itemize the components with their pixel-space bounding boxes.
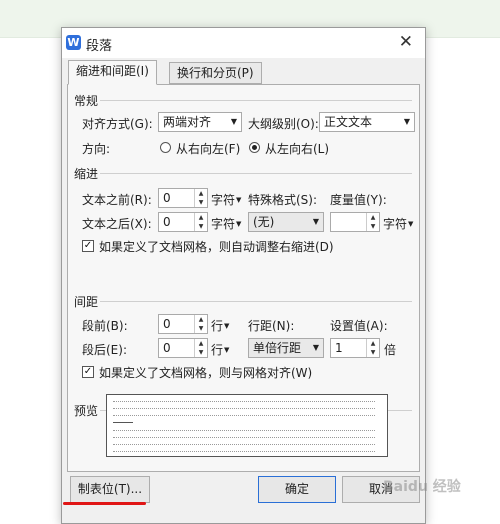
spacing-before-unit-dropdown[interactable]: 行▼ <box>211 317 229 334</box>
caret-down-icon: ▼ <box>408 220 414 228</box>
spin-up-icon[interactable]: ▲ <box>195 339 207 348</box>
wps-app-icon: W <box>66 35 81 50</box>
alignment-label: 对齐方式(G): <box>82 117 153 131</box>
caret-down-icon: ▼ <box>224 346 230 354</box>
line-spacing-select[interactable]: 单倍行距 ▼ <box>248 338 324 358</box>
spacing-grid-label: 如果定义了文档网格，则与网格对齐(W) <box>99 366 313 380</box>
chevron-down-icon: ▼ <box>312 217 319 226</box>
line-spacing-value: 单倍行距 <box>253 341 302 355</box>
preview-line <box>113 444 375 446</box>
measure-stepper[interactable]: ▲ ▼ <box>330 212 380 232</box>
spin-down-icon[interactable]: ▼ <box>367 222 379 231</box>
setting-value: 1 <box>335 341 343 355</box>
setting-value-stepper[interactable]: 1 ▲ ▼ <box>330 338 380 358</box>
outline-level-value: 正文文本 <box>324 115 373 129</box>
dialog-title: 段落 <box>86 39 113 54</box>
spin-up-icon[interactable]: ▲ <box>367 339 379 348</box>
rtl-label: 从右向左(F) <box>176 142 241 156</box>
spin-up-icon[interactable]: ▲ <box>195 315 207 324</box>
spin-down-icon[interactable]: ▼ <box>195 324 207 333</box>
preview-line <box>113 437 375 439</box>
outline-level-label: 大纲级别(O): <box>248 117 319 131</box>
setting-value-unit: 倍 <box>384 343 397 357</box>
ltr-label: 从左向右(L) <box>265 142 330 156</box>
spin-down-icon[interactable]: ▼ <box>195 222 207 231</box>
chevron-down-icon: ▼ <box>312 343 319 352</box>
red-annotation-underline <box>63 502 146 505</box>
rtl-radio[interactable] <box>160 142 171 153</box>
indent-after-label: 文本之后(X): <box>82 217 152 231</box>
close-icon[interactable]: ✕ <box>399 33 413 51</box>
paragraph-dialog: W 段落 ✕ 缩进和间距(I) 换行和分页(P) 常规 对齐方式(G): 两端对… <box>61 27 426 524</box>
indent-before-label: 文本之前(R): <box>82 193 152 207</box>
spin-down-icon[interactable]: ▼ <box>195 348 207 357</box>
section-divider <box>100 301 412 302</box>
preview-line <box>113 430 375 432</box>
special-format-label: 特殊格式(S): <box>248 193 318 207</box>
spacing-grid-checkbox[interactable]: ✓ <box>82 366 94 378</box>
preview-line <box>113 451 375 453</box>
indent-after-unit-dropdown[interactable]: 字符▼ <box>211 215 241 232</box>
special-format-value: (无) <box>253 215 275 229</box>
spacing-after-label: 段后(E): <box>82 343 127 357</box>
section-spacing-heading: 间距 <box>74 295 99 309</box>
spin-down-icon[interactable]: ▼ <box>195 198 207 207</box>
indent-before-unit: 字符 <box>211 193 236 207</box>
spin-up-icon[interactable]: ▲ <box>367 213 379 222</box>
preview-line <box>113 422 133 424</box>
caret-down-icon: ▼ <box>236 220 242 228</box>
spin-up-icon[interactable]: ▲ <box>195 189 207 198</box>
spacing-before-stepper[interactable]: 0 ▲ ▼ <box>158 314 208 334</box>
chevron-down-icon: ▼ <box>403 117 410 126</box>
direction-label: 方向: <box>82 142 111 156</box>
spacing-before-unit: 行 <box>211 319 224 333</box>
caret-down-icon: ▼ <box>224 322 230 330</box>
spacing-after-stepper[interactable]: 0 ▲ ▼ <box>158 338 208 358</box>
indent-before-stepper[interactable]: 0 ▲ ▼ <box>158 188 208 208</box>
measure-unit-dropdown[interactable]: 字符▼ <box>383 215 413 232</box>
preview-line <box>113 408 375 410</box>
ok-button[interactable]: 确定 <box>258 476 336 503</box>
spacing-after-unit-dropdown[interactable]: 行▼ <box>211 341 229 358</box>
spin-up-icon[interactable]: ▲ <box>195 213 207 222</box>
indent-after-stepper[interactable]: 0 ▲ ▼ <box>158 212 208 232</box>
section-divider <box>100 100 412 101</box>
indent-before-value: 0 <box>163 191 171 205</box>
ltr-radio[interactable] <box>249 142 260 153</box>
section-divider <box>100 173 412 174</box>
section-indent-heading: 缩进 <box>74 167 99 181</box>
preview-line <box>113 401 375 403</box>
spacing-after-unit: 行 <box>211 343 224 357</box>
alignment-select[interactable]: 两端对齐 ▼ <box>158 112 242 132</box>
line-spacing-label: 行距(N): <box>248 319 295 333</box>
caret-down-icon: ▼ <box>236 196 242 204</box>
chevron-down-icon: ▼ <box>230 117 237 126</box>
watermark: Baidu 经验 <box>383 479 461 495</box>
tab-line-page-breaks[interactable]: 换行和分页(P) <box>169 62 262 84</box>
spacing-after-value: 0 <box>163 341 171 355</box>
indent-grid-label: 如果定义了文档网格，则自动调整右缩进(D) <box>99 240 334 254</box>
section-general-heading: 常规 <box>74 94 99 108</box>
indent-grid-checkbox[interactable]: ✓ <box>82 240 94 252</box>
spacing-before-label: 段前(B): <box>82 319 128 333</box>
tabs-button[interactable]: 制表位(T)... <box>70 476 150 503</box>
indent-after-value: 0 <box>163 215 171 229</box>
section-preview-heading: 预览 <box>74 404 99 418</box>
special-format-select[interactable]: (无) ▼ <box>248 212 324 232</box>
tab-indent-spacing[interactable]: 缩进和间距(I) <box>68 60 157 85</box>
alignment-value: 两端对齐 <box>163 115 212 129</box>
indent-before-unit-dropdown[interactable]: 字符▼ <box>211 191 241 208</box>
spin-down-icon[interactable]: ▼ <box>367 348 379 357</box>
measure-unit: 字符 <box>383 217 408 231</box>
measure-label: 度量值(Y): <box>330 193 387 207</box>
spacing-before-value: 0 <box>163 317 171 331</box>
paragraph-preview <box>106 394 388 457</box>
setting-value-label: 设置值(A): <box>330 319 388 333</box>
dialog-titlebar: W 段落 ✕ <box>62 28 425 58</box>
outline-level-select[interactable]: 正文文本 ▼ <box>319 112 415 132</box>
indent-after-unit: 字符 <box>211 217 236 231</box>
preview-line <box>113 415 375 417</box>
